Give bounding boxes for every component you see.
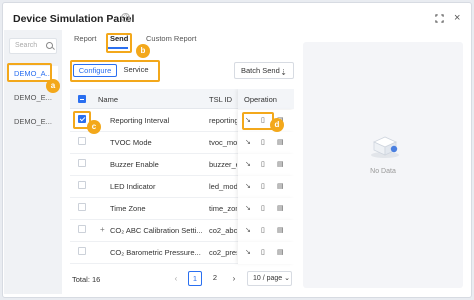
log-icon[interactable]: ▤ xyxy=(277,204,284,212)
page-1-button[interactable]: 1 xyxy=(188,271,202,286)
row-name: Time Zone xyxy=(110,204,146,213)
header-name: Name xyxy=(98,95,119,104)
row-tsl-id: buzzer_e xyxy=(209,160,237,169)
highlight-box-segment xyxy=(70,60,160,82)
annotation-badge-c: c xyxy=(87,120,101,134)
header-operation: Operation xyxy=(244,95,277,104)
row-tsl-id: time_zon xyxy=(209,204,237,213)
log-icon[interactable]: ▤ xyxy=(277,248,284,256)
row-name: Buzzer Enable xyxy=(110,160,159,169)
row-checkbox[interactable] xyxy=(78,225,86,233)
table-row[interactable]: TVOC Mode tvoc_mod ↘ ▯ ▤ xyxy=(70,132,294,154)
row-tsl-id: reporting_ xyxy=(209,116,237,125)
search-placeholder: Search xyxy=(15,42,38,49)
row-checkbox[interactable] xyxy=(78,247,86,255)
panel-title: Device Simulation Panel xyxy=(13,13,135,25)
send-icon[interactable]: ↘ xyxy=(245,160,251,168)
send-icon[interactable]: ↘ xyxy=(245,226,251,234)
annotation-badge-a: a xyxy=(46,79,60,93)
row-name: CO₂ Barometric Pressure... xyxy=(110,248,201,257)
document-icon[interactable]: ▯ xyxy=(261,204,265,212)
result-panel: No Data xyxy=(303,42,463,288)
row-operations: ↘ ▯ ▤ xyxy=(238,154,294,176)
row-checkbox[interactable] xyxy=(78,181,86,189)
log-icon[interactable]: ▤ xyxy=(277,182,284,190)
page-size-select[interactable]: 10 / page ⌄ xyxy=(247,271,292,286)
help-icon[interactable]: ? xyxy=(121,13,130,22)
expand-row-icon[interactable]: + xyxy=(100,225,105,234)
row-checkbox[interactable] xyxy=(78,159,86,167)
row-name: CO₂ ABC Calibration Setti... xyxy=(110,226,202,235)
annotation-badge-d: d xyxy=(270,118,284,132)
expand-icon[interactable] xyxy=(435,14,444,23)
table-row[interactable]: Buzzer Enable buzzer_e ↘ ▯ ▤ xyxy=(70,154,294,176)
close-icon[interactable]: × xyxy=(454,13,460,24)
highlight-box-a xyxy=(7,63,52,82)
highlight-box-b xyxy=(106,33,132,53)
batch-send-label: Batch Send xyxy=(241,66,280,75)
log-icon[interactable]: ▤ xyxy=(277,226,284,234)
log-icon[interactable]: ▤ xyxy=(277,160,284,168)
row-name: TVOC Mode xyxy=(110,138,152,147)
row-tsl-id: co2_pres xyxy=(209,248,237,257)
send-icon[interactable]: ↘ xyxy=(245,204,251,212)
table-row[interactable]: CO₂ Barometric Pressure... co2_pres ↘ ▯ … xyxy=(70,242,294,264)
next-page-icon[interactable]: › xyxy=(228,273,240,285)
document-icon[interactable]: ▯ xyxy=(261,182,265,190)
page-2-button[interactable]: 2 xyxy=(208,271,222,286)
title-bar: Device Simulation Panel ? × xyxy=(3,3,471,35)
row-tsl-id: co2_abc_ xyxy=(209,226,237,235)
row-tsl-id: led_mode xyxy=(209,182,237,191)
no-data-text: No Data xyxy=(370,168,396,175)
table-row[interactable]: LED Indicator led_mode ↘ ▯ ▤ xyxy=(70,176,294,198)
send-icon[interactable]: ↘ xyxy=(245,248,251,256)
row-name: LED Indicator xyxy=(110,182,156,191)
document-icon[interactable]: ▯ xyxy=(261,248,265,256)
log-icon[interactable]: ▤ xyxy=(277,138,284,146)
tab-custom-report[interactable]: Custom Report xyxy=(146,34,196,43)
tab-report[interactable]: Report xyxy=(74,34,97,43)
device-item[interactable]: DEMO_E... xyxy=(8,114,58,130)
header-tsl-id: TSL ID xyxy=(209,95,233,104)
total-count: Total: 16 xyxy=(72,275,101,284)
annotation-badge-b: b xyxy=(136,44,150,58)
row-tsl-id: tvoc_mod xyxy=(209,138,237,147)
send-icon[interactable]: ↘ xyxy=(245,182,251,190)
row-operations: ↘ ▯ ▤ xyxy=(238,242,294,264)
batch-send-icon: ⇣ xyxy=(280,68,287,77)
search-icon[interactable] xyxy=(46,42,53,49)
document-icon[interactable]: ▯ xyxy=(261,226,265,234)
table-row[interactable]: Time Zone time_zon ↘ ▯ ▤ xyxy=(70,198,294,220)
empty-box-icon xyxy=(371,136,399,158)
row-operations: ↘ ▯ ▤ xyxy=(238,220,294,242)
send-icon[interactable]: ↘ xyxy=(245,138,251,146)
prev-page-icon[interactable]: ‹ xyxy=(170,273,182,285)
search-input[interactable]: Search xyxy=(9,38,57,54)
header-operation-cell: Operation xyxy=(238,89,294,109)
row-operations: ↘ ▯ ▤ xyxy=(238,176,294,198)
highlight-box-d xyxy=(242,112,274,130)
select-all-checkbox[interactable] xyxy=(78,95,86,103)
row-operations: ↘ ▯ ▤ xyxy=(238,132,294,154)
pagination: Total: 16 ‹ 1 2 › 10 / page ⌄ xyxy=(70,270,294,288)
document-icon[interactable]: ▯ xyxy=(261,160,265,168)
table-row[interactable]: + CO₂ ABC Calibration Setti... co2_abc_ … xyxy=(70,220,294,242)
document-icon[interactable]: ▯ xyxy=(261,138,265,146)
row-checkbox[interactable] xyxy=(78,137,86,145)
row-name: Reporting Interval xyxy=(110,116,170,125)
row-checkbox[interactable] xyxy=(78,203,86,211)
table-header: Name TSL ID Operation xyxy=(70,89,294,109)
row-operations: ↘ ▯ ▤ xyxy=(238,198,294,220)
batch-send-button[interactable]: Batch Send ⇣ xyxy=(234,62,294,79)
